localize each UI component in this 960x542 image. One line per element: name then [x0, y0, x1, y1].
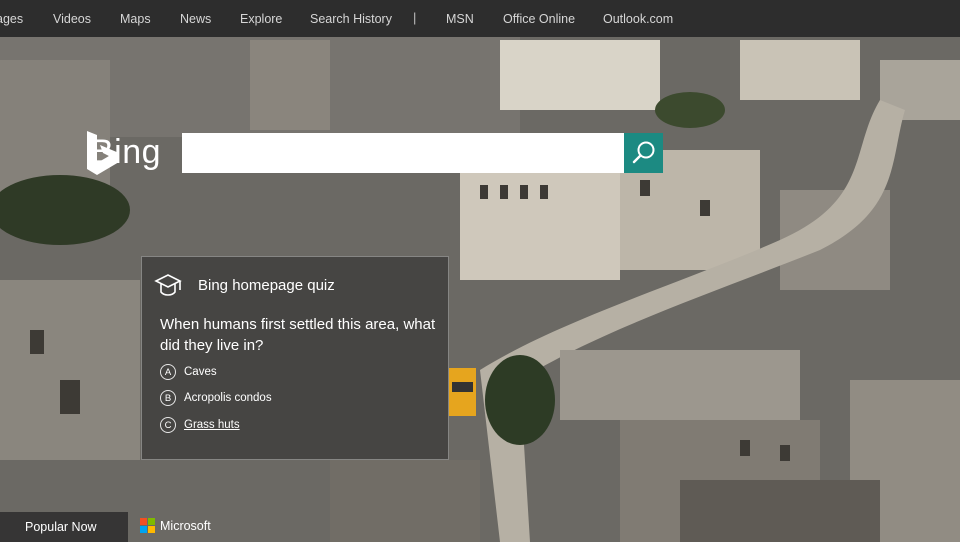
- option-letter: A: [160, 364, 176, 380]
- nav-videos[interactable]: Videos: [53, 12, 91, 26]
- option-letter: C: [160, 417, 176, 433]
- search-input[interactable]: [182, 133, 624, 173]
- search-button[interactable]: [624, 133, 663, 173]
- quiz-option-b[interactable]: B Acropolis condos: [160, 390, 272, 406]
- quiz-option-c[interactable]: C Grass huts: [160, 417, 240, 433]
- nav-outlook[interactable]: Outlook.com: [603, 12, 673, 26]
- microsoft-logo-icon: [140, 518, 155, 533]
- quiz-panel[interactable]: Bing homepage quiz When humans first set…: [141, 256, 449, 460]
- nav-explore[interactable]: Explore: [240, 12, 282, 26]
- bing-logo-text[interactable]: Bing: [91, 133, 161, 172]
- graduation-cap-icon: [154, 274, 182, 296]
- quiz-option-a[interactable]: A Caves: [160, 364, 217, 380]
- nav-separator: |: [413, 10, 417, 25]
- nav-news[interactable]: News: [180, 12, 211, 26]
- quiz-title: Bing homepage quiz: [198, 277, 335, 294]
- option-label: Acropolis condos: [184, 392, 272, 404]
- top-nav: ages Videos Maps News Explore Search His…: [0, 0, 960, 37]
- microsoft-link[interactable]: Microsoft: [140, 518, 211, 533]
- option-letter: B: [160, 390, 176, 406]
- option-label: Caves: [184, 366, 217, 378]
- microsoft-label: Microsoft: [160, 518, 211, 533]
- nav-search-history[interactable]: Search History: [310, 12, 392, 26]
- nav-images[interactable]: ages: [0, 12, 23, 26]
- nav-msn[interactable]: MSN: [446, 12, 474, 26]
- popular-now-button[interactable]: Popular Now: [0, 512, 128, 542]
- option-label: Grass huts: [184, 419, 240, 431]
- search-icon: [632, 141, 654, 164]
- nav-maps[interactable]: Maps: [120, 12, 151, 26]
- nav-office-online[interactable]: Office Online: [503, 12, 575, 26]
- quiz-question: When humans first settled this area, wha…: [160, 316, 436, 354]
